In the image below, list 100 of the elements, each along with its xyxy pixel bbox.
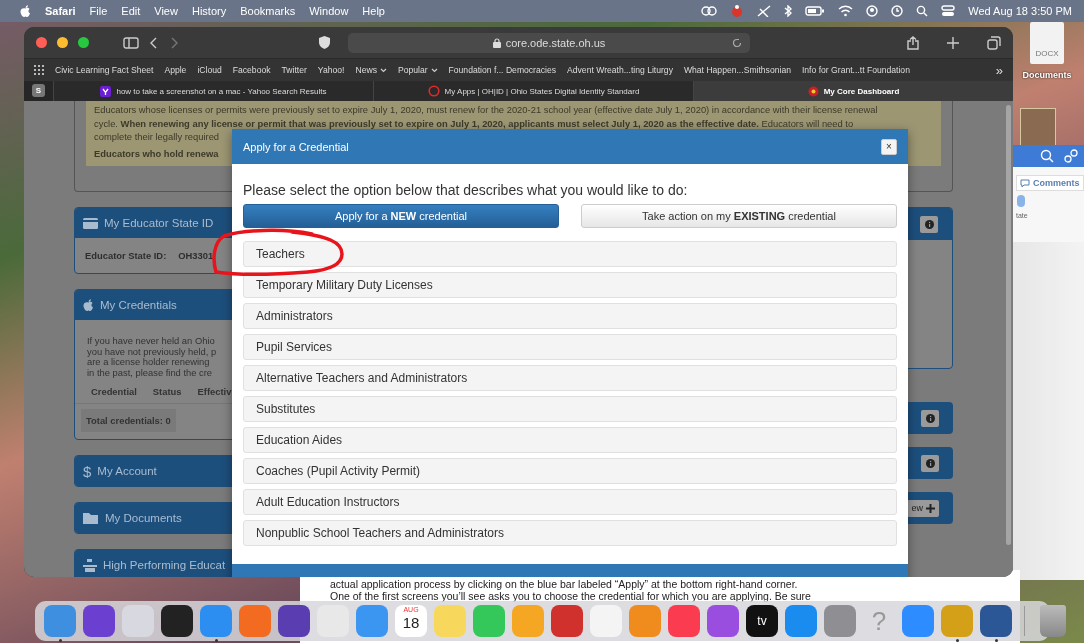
- ring-icon: [427, 85, 440, 97]
- close-button[interactable]: ×: [881, 138, 897, 155]
- photo-placeholder: [1020, 108, 1056, 146]
- info-icon: [925, 413, 935, 423]
- bluetooth-icon[interactable]: [784, 5, 793, 17]
- sidebar-button[interactable]: S: [32, 84, 45, 97]
- bookmark-link[interactable]: Popular: [397, 65, 438, 75]
- credential-category[interactable]: Pupil Services: [243, 334, 897, 360]
- info-button[interactable]: [920, 215, 938, 233]
- bookmark-link[interactable]: Twitter: [281, 65, 307, 75]
- podium-icon: [83, 558, 97, 572]
- bookmark-link[interactable]: Advent Wreath...ting Liturgy: [567, 65, 673, 75]
- search-icon[interactable]: [916, 5, 929, 17]
- credential-category[interactable]: Education Aides: [243, 427, 897, 453]
- credential-category[interactable]: Temporary Military Duty Licenses: [243, 272, 897, 298]
- close-window-button[interactable]: [36, 37, 47, 48]
- app-icon[interactable]: [980, 605, 1012, 637]
- panel-title: High Performing Educat: [103, 559, 226, 571]
- panel-title: My Account: [97, 465, 157, 477]
- plus-icon[interactable]: [947, 36, 959, 49]
- document-text: actual application process by clicking on the blue bar labeled “Apply” at the bottom right-hand corner.: [330, 578, 799, 590]
- bookmark-link[interactable]: Apple: [164, 65, 187, 75]
- comments-button[interactable]: Comments: [1016, 175, 1084, 191]
- back-icon[interactable]: [149, 36, 159, 49]
- document-file-icon[interactable]: DOCX: [1030, 22, 1064, 64]
- sidebar-icon[interactable]: [123, 36, 139, 49]
- battery-icon[interactable]: [805, 6, 826, 16]
- bookmark-link[interactable]: iCloud: [197, 65, 222, 75]
- menu-item[interactable]: Bookmarks: [240, 5, 296, 17]
- apple-icon: [83, 298, 94, 312]
- menu-item[interactable]: Help: [362, 5, 385, 17]
- column-header: Status: [152, 386, 182, 397]
- credential-category[interactable]: Alternative Teachers and Administrators: [243, 365, 897, 391]
- chevron-down-icon: [379, 67, 387, 73]
- menu-item[interactable]: Edit: [121, 5, 141, 17]
- app-icon[interactable]: [278, 605, 310, 637]
- browser-tab[interactable]: My Core Dashboard: [693, 81, 1013, 101]
- address-field[interactable]: core.ode.state.oh.us: [348, 32, 750, 53]
- credential-category[interactable]: Substitutes: [243, 396, 897, 422]
- zoom-window-button[interactable]: [78, 37, 89, 48]
- apple-icon[interactable]: [20, 4, 31, 18]
- menu-item[interactable]: History: [191, 5, 227, 17]
- menu-item[interactable]: File: [89, 5, 108, 17]
- panel-title: My Educator State ID: [104, 217, 214, 229]
- menu-bar-clock[interactable]: Wed Aug 18 3:50 PM: [968, 5, 1072, 17]
- user-icon[interactable]: [866, 5, 879, 17]
- notice-text: Educators whose licenses or permits were previously set to expire July 1, 2020, must renew for the 2020-21 school year (effective date July 1, 2020) in accordance with their license renewal: [94, 103, 878, 117]
- bookmark-link[interactable]: Yahoo!: [317, 65, 345, 75]
- notice-text: cycle. When renewing any license or permit that was previously set to expire on July 1, 2020, applicants must select July 1, 2020 as the effective date. Educators will need to: [94, 116, 854, 130]
- shield-icon[interactable]: [319, 36, 330, 49]
- panel-text: you have not previously held, p: [87, 346, 217, 357]
- app-menu[interactable]: Safari: [45, 5, 76, 17]
- grid-icon[interactable]: [34, 65, 44, 75]
- clock-icon[interactable]: [891, 5, 904, 17]
- dollar-sign-icon: $: [83, 462, 92, 480]
- credential-category[interactable]: Nonpublic School Teachers and Administrators: [243, 520, 897, 546]
- lock-icon: [492, 37, 501, 48]
- credential-category[interactable]: Teachers: [243, 241, 897, 267]
- browser-tab[interactable]: My Apps | OH|ID | Ohio States Digital Identity Standard: [373, 81, 693, 101]
- bookmark-link[interactable]: News: [355, 65, 387, 75]
- bookmark-link[interactable]: Facebook: [232, 65, 271, 75]
- app-icon[interactable]: [161, 605, 193, 637]
- forward-icon[interactable]: [169, 36, 179, 49]
- panel-text: If you have never held an Ohio: [87, 336, 215, 347]
- speech-bubble-icon: [1020, 178, 1030, 188]
- more-bookmarks-button[interactable]: »: [995, 62, 1003, 78]
- info-button[interactable]: [921, 409, 939, 427]
- browser-tab[interactable]: how to take a screenshot on a mac - Yahoo Search Results: [53, 81, 373, 101]
- app-icon[interactable]: tv: [746, 605, 778, 637]
- info-icon: [924, 219, 934, 229]
- panel-title: My Documents: [105, 512, 182, 524]
- notice-text: Educators who hold renewa: [94, 146, 219, 160]
- notice-text: complete their legally required: [94, 130, 220, 144]
- dialog-title: Apply for a Credential: [243, 140, 349, 153]
- info-button[interactable]: [921, 454, 939, 472]
- menu-item[interactable]: Window: [309, 5, 349, 17]
- credential-category[interactable]: Adult Education Instructors: [243, 489, 897, 515]
- bookmark-link[interactable]: Civic Learning Fact Sheet: [55, 65, 154, 75]
- credential-category[interactable]: Administrators: [243, 303, 897, 329]
- bookmark-link[interactable]: Foundation f... Democracies: [448, 65, 557, 75]
- scrollbar[interactable]: [1005, 105, 1011, 545]
- wifi-icon[interactable]: [838, 5, 854, 17]
- minimize-window-button[interactable]: [57, 37, 68, 48]
- choice-button[interactable]: Take action on my EXISTING credential: [581, 204, 897, 228]
- badge-icon: [807, 85, 819, 97]
- panel-title: My Credentials: [100, 299, 177, 311]
- field-label: Educator State ID:: [85, 250, 167, 261]
- column-header: Credential: [91, 386, 137, 397]
- choice-button[interactable]: Apply for a NEW credential: [243, 204, 559, 228]
- bookmark-link[interactable]: What Happen...Smithsonian: [683, 65, 791, 75]
- dialog-prompt: Please select the option below that describes what you would like to do:: [243, 182, 689, 199]
- control-center-icon[interactable]: [941, 5, 956, 17]
- field-value: OH3301: [178, 250, 214, 261]
- search-icon[interactable]: [1040, 149, 1054, 163]
- credential-category[interactable]: Coaches (Pupil Activity Permit): [243, 458, 897, 484]
- tabs-overview-icon[interactable]: [987, 35, 1001, 50]
- bookmark-link[interactable]: Info for Grant...tt Foundation: [801, 65, 910, 75]
- menu-item[interactable]: View: [154, 5, 178, 17]
- header-button[interactable]: ew: [907, 499, 939, 517]
- reload-icon[interactable]: [732, 37, 742, 48]
